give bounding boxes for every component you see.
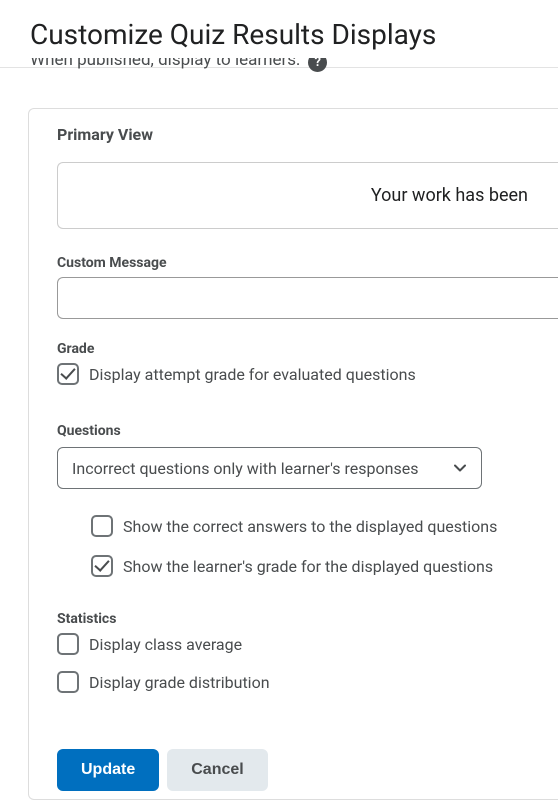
questions-select[interactable]: Incorrect questions only with learner's … [57,447,482,489]
grade-checkbox-row: Display attempt grade for evaluated ques… [57,363,558,385]
custom-message-label: Custom Message [57,255,558,271]
questions-select-value: Incorrect questions only with learner's … [72,459,418,478]
show-grade-checkbox[interactable] [91,555,113,577]
show-correct-checkbox[interactable] [91,515,113,537]
grade-label: Grade [57,341,558,357]
grade-checkbox-label: Display attempt grade for evaluated ques… [89,365,416,384]
questions-label: Questions [57,423,558,439]
class-average-label: Display class average [89,635,242,654]
panel-title: Primary View [29,109,558,162]
show-correct-label: Show the correct answers to the displaye… [123,517,497,536]
primary-view-panel: Primary View Your work has been Custom M… [28,108,558,800]
page-title: Customize Quiz Results Displays [30,18,528,51]
button-row: Update Cancel [57,749,558,791]
show-grade-label: Show the learner's grade for the display… [123,557,493,576]
cancel-button[interactable]: Cancel [167,749,267,791]
subheader-text: When published, display to learners: [30,58,300,70]
grade-distribution-checkbox[interactable] [57,671,79,693]
subheader: When published, display to learners: ? [0,58,558,78]
questions-section: Questions Incorrect questions only with … [57,423,558,577]
grade-distribution-label: Display grade distribution [89,673,270,692]
class-average-checkbox[interactable] [57,633,79,655]
grade-section: Grade Display attempt grade for evaluate… [57,341,558,385]
statistics-section: Statistics Display class average Display… [57,611,558,693]
statistics-label: Statistics [57,611,558,627]
update-button[interactable]: Update [57,749,159,791]
preview-box: Your work has been [57,162,558,229]
custom-message-input[interactable] [57,277,558,319]
grade-distribution-row: Display grade distribution [57,671,558,693]
panel-body: Your work has been Custom Message Grade … [29,162,558,791]
help-icon[interactable]: ? [308,58,327,72]
show-correct-row: Show the correct answers to the displaye… [91,515,558,537]
show-grade-row: Show the learner's grade for the display… [91,555,558,577]
class-average-row: Display class average [57,633,558,655]
grade-checkbox[interactable] [57,363,79,385]
questions-select-wrap: Incorrect questions only with learner's … [57,447,482,489]
